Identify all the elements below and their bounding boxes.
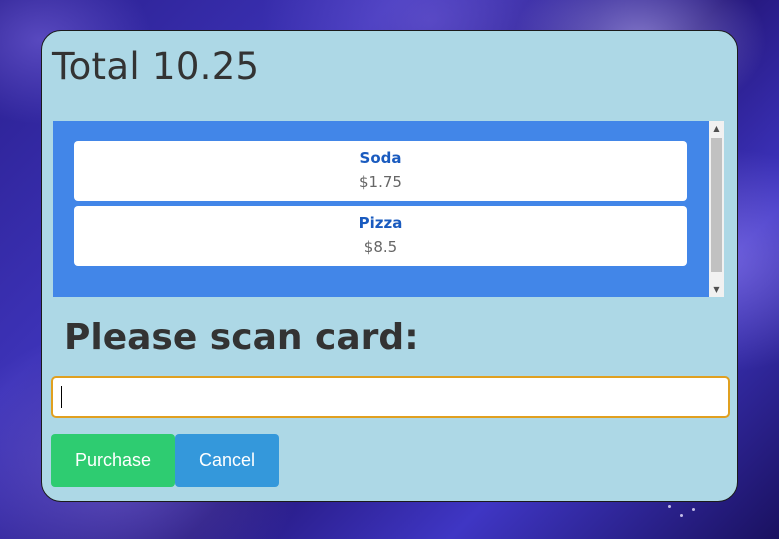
scroll-down-arrow-icon[interactable]: ▼ — [709, 282, 724, 297]
cart-item-name: Soda — [359, 149, 402, 167]
total-heading: Total 10.25 — [52, 45, 260, 88]
purchase-dialog: Total 10.25 Soda $1.75 Pizza $8.5 ▲ ▼ Pl… — [41, 30, 738, 502]
cart-item-price: $8.5 — [363, 238, 398, 256]
scan-card-label: Please scan card: — [64, 317, 419, 358]
cart-item[interactable]: Soda $1.75 — [74, 141, 687, 201]
cart-list-panel[interactable]: Soda $1.75 Pizza $8.5 ▲ ▼ — [53, 121, 724, 297]
cart-item-price: $1.75 — [359, 173, 402, 191]
cancel-button[interactable]: Cancel — [175, 434, 279, 487]
scroll-up-arrow-icon[interactable]: ▲ — [709, 121, 724, 136]
background-sparkle — [692, 508, 695, 511]
background-sparkle — [668, 505, 671, 508]
text-caret — [61, 386, 62, 408]
card-scan-input[interactable] — [51, 376, 730, 418]
background-sparkle — [680, 514, 683, 517]
purchase-button[interactable]: Purchase — [51, 434, 175, 487]
cart-item-name: Pizza — [358, 214, 403, 232]
cart-item[interactable]: Pizza $8.5 — [74, 206, 687, 266]
cart-items: Soda $1.75 Pizza $8.5 — [74, 141, 687, 271]
scrollbar-thumb[interactable] — [711, 138, 722, 272]
cart-scrollbar[interactable]: ▲ ▼ — [709, 121, 724, 297]
